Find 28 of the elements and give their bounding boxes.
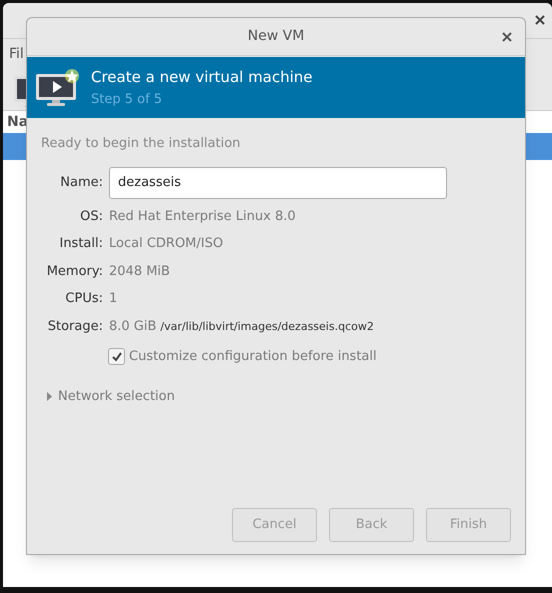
checkbox-label: Customize configuration before install	[129, 348, 377, 366]
new-vm-icon	[35, 68, 81, 108]
dialog-button[interactable]: Cancel	[232, 508, 317, 542]
dialog-title: New VM	[248, 27, 304, 46]
network-expander[interactable]: Network selection	[47, 386, 175, 406]
checkbox[interactable]	[108, 348, 125, 366]
menu-item[interactable]: Fil	[9, 44, 24, 65]
name-field[interactable]: dezasseis	[109, 166, 447, 198]
dialog-button[interactable]: Back	[329, 508, 414, 542]
field-label: OS:	[79, 208, 103, 226]
field-label: CPUs:	[64, 290, 103, 308]
close-icon[interactable]	[502, 32, 512, 42]
field-value: 1	[109, 290, 118, 308]
field-label: Install:	[58, 235, 103, 253]
field-value: 2048 MiB	[109, 262, 170, 280]
field-label: Memory:	[46, 262, 103, 280]
close-icon[interactable]	[535, 15, 545, 25]
field-value: 8.0 GiB	[109, 318, 156, 336]
step-label: Step 5 of 5	[91, 91, 164, 109]
field-value: Red Hat Enterprise Linux 8.0	[109, 208, 296, 226]
banner-title: Create a new virtual machine	[91, 66, 313, 88]
storage-path: /var/lib/libvirt/images/dezasseis.qcow2	[160, 318, 374, 334]
checkmark-icon	[110, 350, 122, 363]
heading: Ready to begin the installation	[41, 135, 240, 153]
dialog-button[interactable]: Finish	[426, 508, 511, 542]
field-label: Storage:	[46, 318, 103, 336]
field-value: Local CDROM/ISO	[109, 235, 224, 253]
field-label: Name:	[59, 174, 103, 192]
